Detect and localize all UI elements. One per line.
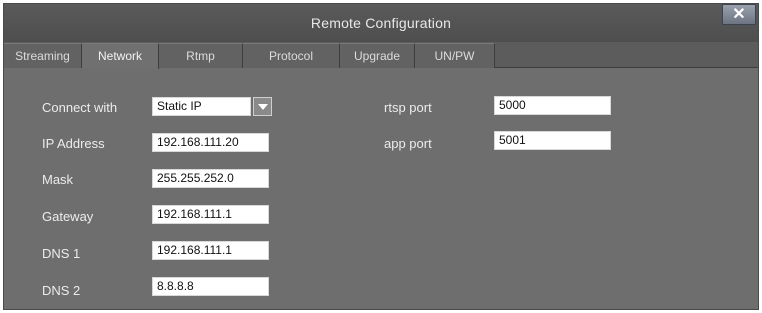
tab-streaming[interactable]: Streaming (4, 43, 82, 68)
remote-configuration-window: Remote Configuration ✕ Streaming Network… (3, 3, 759, 310)
ip-address-field[interactable]: 192.168.111.20 (152, 133, 269, 152)
gateway-label: Gateway (42, 209, 94, 224)
tab-bar: Streaming Network Rtmp Protocol Upgrade … (4, 42, 758, 69)
app-port-field[interactable]: 5001 (494, 131, 611, 150)
tab-protocol[interactable]: Protocol (243, 43, 340, 68)
connect-with-label: Connect with (42, 100, 118, 115)
close-icon[interactable]: ✕ (722, 4, 756, 25)
network-settings-panel: Connect with Static IP IP Address 192.16… (4, 69, 758, 309)
mask-label: Mask (42, 172, 74, 187)
app-port-label: app port (384, 136, 432, 151)
dns1-label: DNS 1 (42, 246, 81, 261)
dns2-label: DNS 2 (42, 283, 81, 298)
connect-with-select[interactable]: Static IP (152, 97, 251, 116)
dns1-field[interactable]: 192.168.111.1 (152, 241, 269, 260)
title-bar[interactable]: Remote Configuration ✕ (4, 4, 758, 42)
window-title: Remote Configuration (310, 15, 452, 31)
tab-unpw[interactable]: UN/PW (415, 43, 495, 68)
mask-field[interactable]: 255.255.252.0 (152, 169, 269, 188)
tab-upgrade[interactable]: Upgrade (340, 43, 415, 68)
gateway-field[interactable]: 192.168.111.1 (152, 205, 269, 224)
dns2-field[interactable]: 8.8.8.8 (152, 277, 269, 296)
tab-network[interactable]: Network (82, 43, 159, 69)
rtsp-port-field[interactable]: 5000 (494, 96, 611, 115)
ip-address-label: IP Address (42, 136, 105, 151)
rtsp-port-label: rtsp port (384, 100, 432, 115)
chevron-down-icon[interactable] (253, 97, 272, 116)
tab-rtmp[interactable]: Rtmp (159, 43, 243, 68)
